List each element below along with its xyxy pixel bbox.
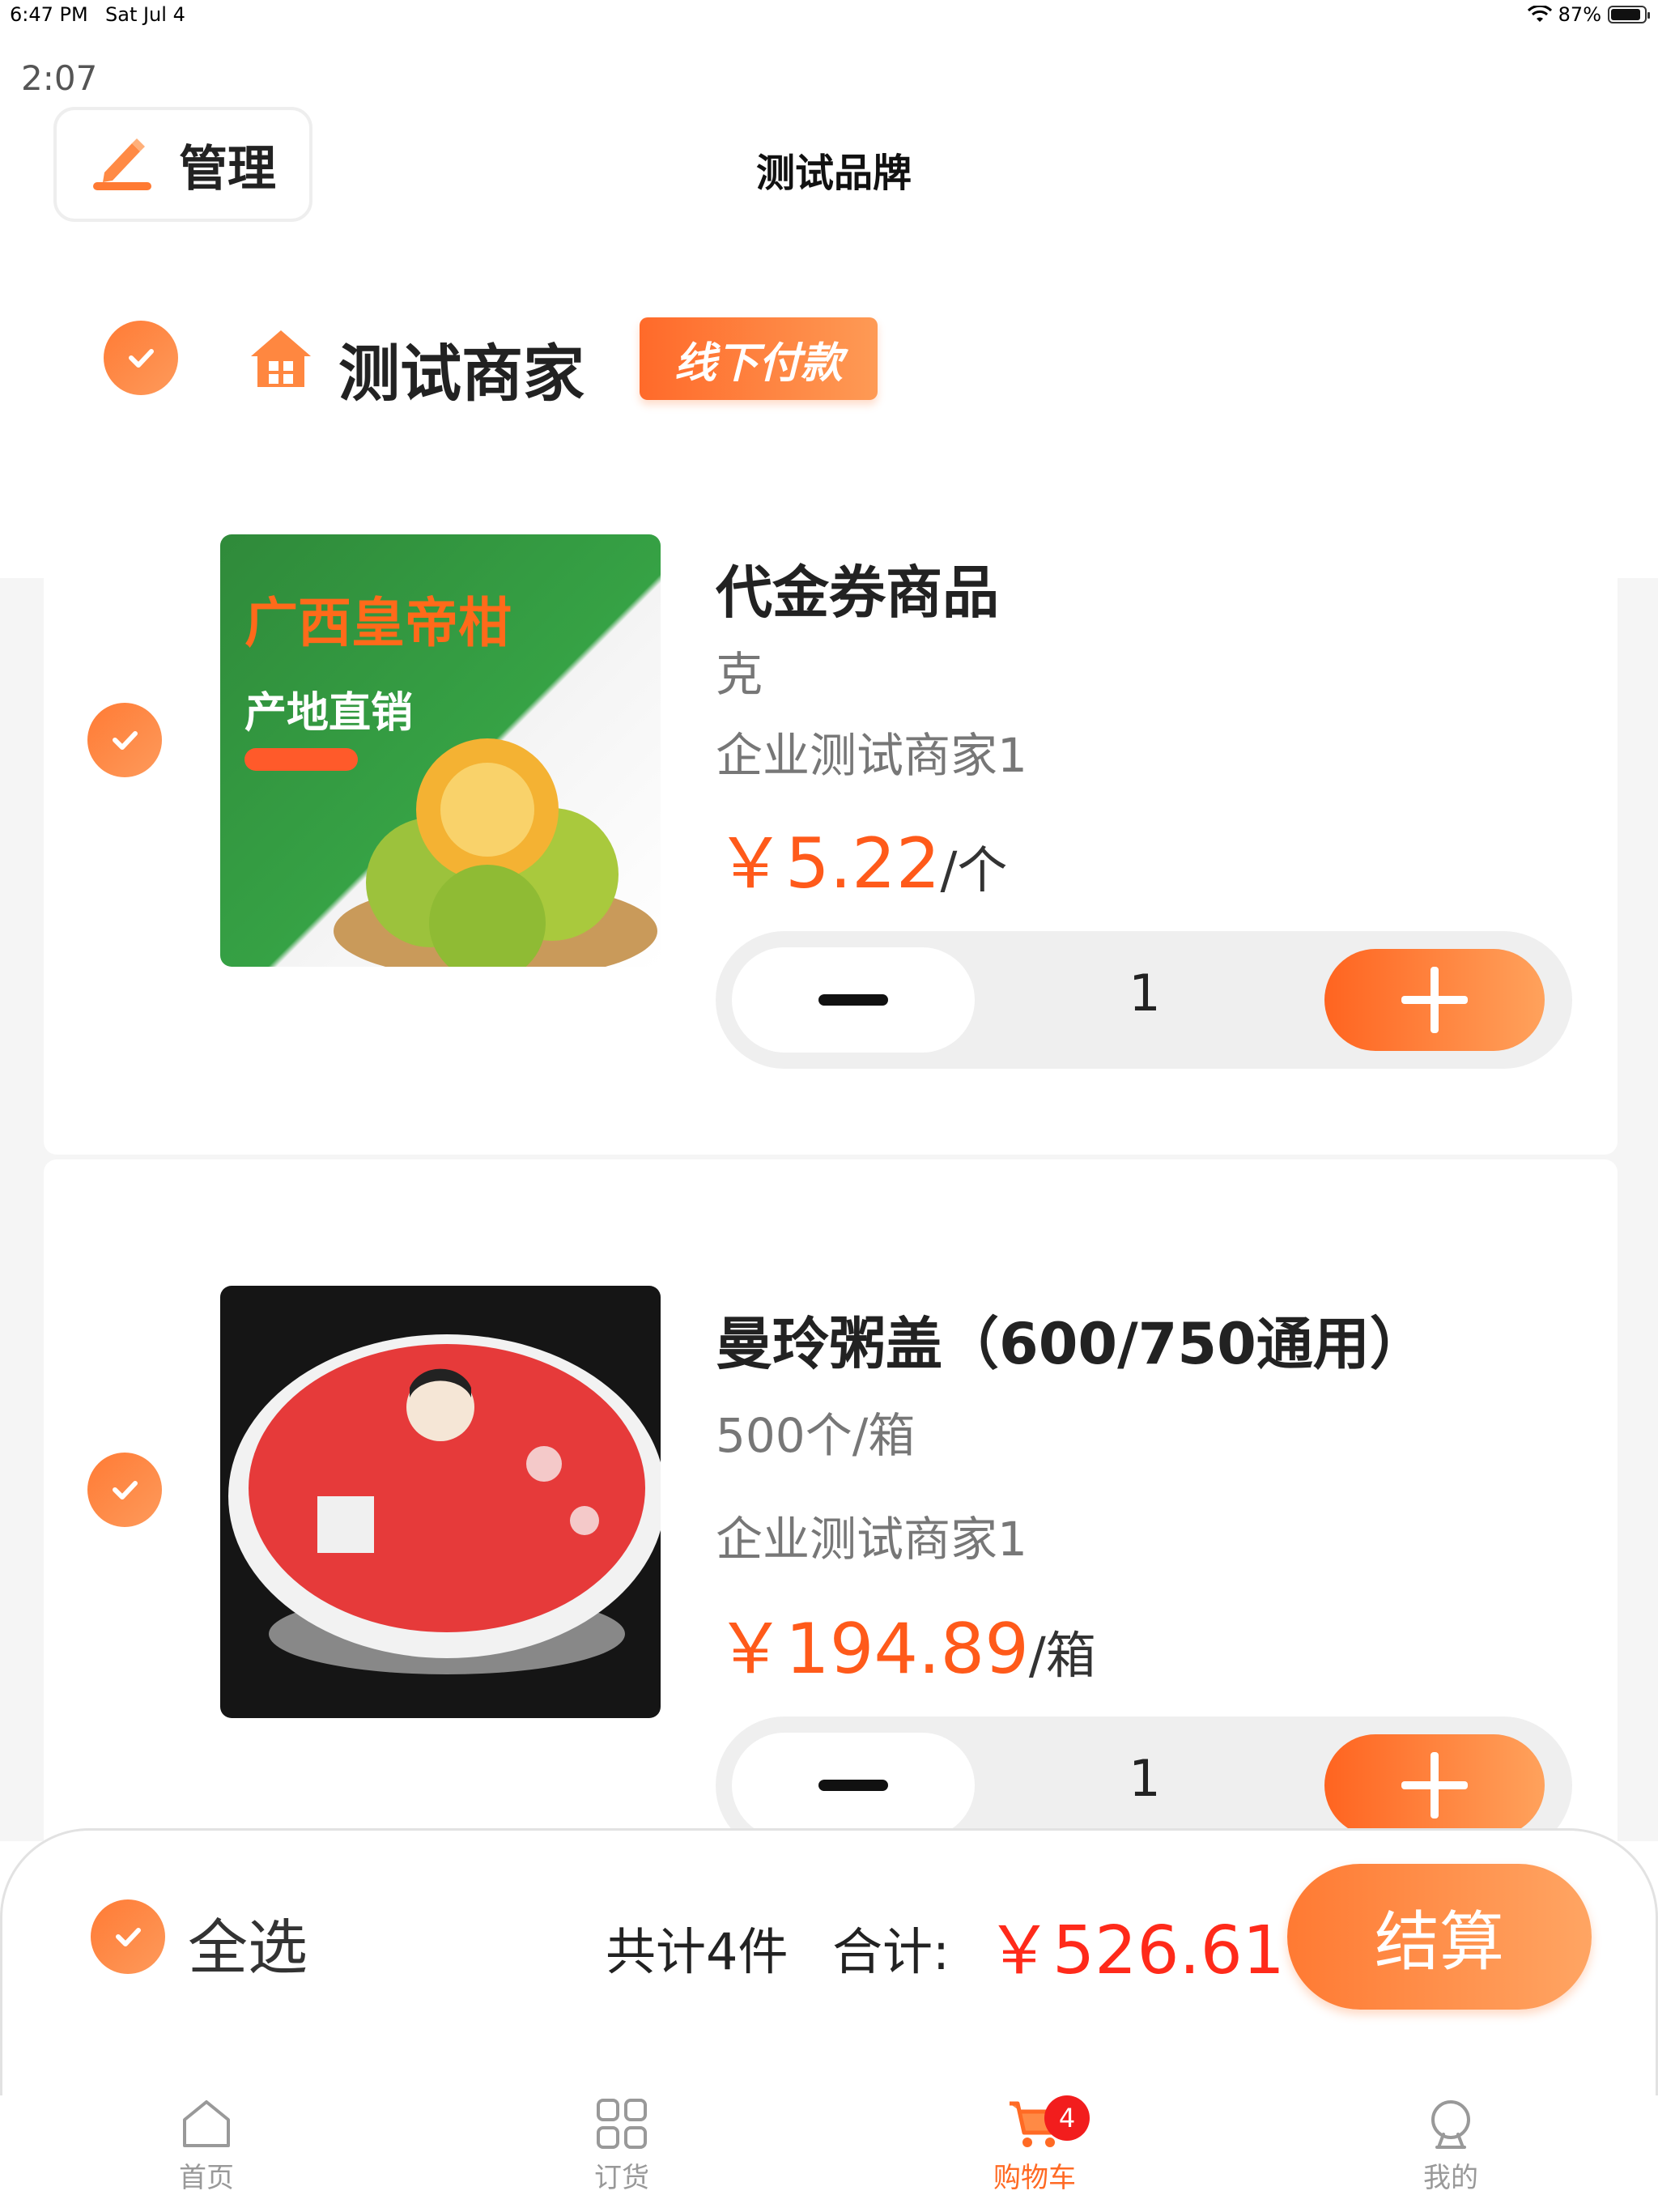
tab-bar: 首页 订货 购物车 4 我的 xyxy=(0,2095,1658,2212)
status-right: 87% xyxy=(1527,3,1650,26)
tab-home[interactable]: 首页 xyxy=(125,2095,287,2212)
item-count: 共计4件 xyxy=(606,1922,789,1981)
increase-button[interactable] xyxy=(1324,1734,1545,1836)
status-date: Sat Jul 4 xyxy=(105,3,185,26)
select-all-label[interactable]: 全选 xyxy=(188,1899,308,1986)
price-unit: /个 xyxy=(940,840,1008,900)
check-icon xyxy=(113,1481,138,1499)
image-title: 广西皇帝柑 xyxy=(244,592,512,654)
wifi-icon xyxy=(1527,6,1552,22)
status-time: 6:47 PM xyxy=(10,3,88,26)
tab-order[interactable]: 订货 xyxy=(541,2095,703,2212)
product-shop: 企业测试商家1 xyxy=(716,728,1027,783)
check-icon xyxy=(113,731,138,750)
status-bar: 6:47 PM Sat Jul 4 87% xyxy=(0,0,1658,32)
grid-icon xyxy=(597,2099,647,2149)
oranges-illustration xyxy=(334,738,657,967)
product-price: ￥194.89/箱 xyxy=(716,1592,1096,1693)
check-icon xyxy=(116,1928,141,1946)
cart-count-badge: 4 xyxy=(1044,2095,1090,2141)
decrease-button[interactable] xyxy=(732,947,975,1053)
user-icon xyxy=(1431,2100,1470,2149)
payment-badge: 线下付款 xyxy=(640,317,878,400)
minus-icon xyxy=(818,1780,888,1791)
tab-label: 购物车 xyxy=(993,2162,1076,2194)
product-price: ￥5.22/个 xyxy=(716,806,1007,908)
product-image[interactable]: 广西皇帝柑 产地直销 xyxy=(220,534,661,967)
select-all-checkbox[interactable] xyxy=(91,1899,165,1974)
shop-icon xyxy=(251,330,311,387)
product-shop: 企业测试商家1 xyxy=(716,1512,1027,1567)
quantity-value[interactable]: 1 xyxy=(1104,963,1185,1023)
product-image[interactable] xyxy=(220,1286,661,1718)
lid-illustration xyxy=(228,1334,661,1674)
tab-label: 我的 xyxy=(1423,2162,1478,2194)
decrease-button[interactable] xyxy=(732,1733,975,1838)
minus-icon xyxy=(818,994,888,1006)
plus-icon xyxy=(1401,1752,1468,1819)
edit-icon xyxy=(93,138,151,190)
product-spec: 500个/箱 xyxy=(716,1408,916,1463)
check-icon xyxy=(129,349,154,368)
tab-label: 订货 xyxy=(594,2162,649,2194)
tab-label: 首页 xyxy=(179,2162,234,2194)
product-name: 曼玲粥盖（600/750通用） xyxy=(716,1311,1426,1377)
price-unit: /箱 xyxy=(1028,1626,1096,1685)
item-checkbox[interactable] xyxy=(87,1453,162,1527)
manage-label: 管理 xyxy=(179,140,276,198)
total-price: ￥526.61 xyxy=(986,1912,1285,1989)
tab-profile[interactable]: 我的 xyxy=(1370,2095,1532,2212)
product-spec: 克 xyxy=(716,647,763,702)
item-checkbox[interactable] xyxy=(87,703,162,777)
checkout-button[interactable]: 结算 xyxy=(1287,1864,1592,2010)
price-value: ￥5.22 xyxy=(716,823,941,904)
quantity-value[interactable]: 1 xyxy=(1104,1749,1185,1808)
price-value: ￥194.89 xyxy=(716,1609,1029,1690)
shop-name: 测试商家 xyxy=(338,338,585,410)
timer-text: 2:07 xyxy=(21,58,98,98)
battery-percent: 87% xyxy=(1558,3,1601,26)
manage-button[interactable]: 管理 xyxy=(53,107,312,222)
increase-button[interactable] xyxy=(1324,949,1545,1051)
shop-checkbox[interactable] xyxy=(104,321,178,395)
plus-icon xyxy=(1401,967,1468,1033)
total-label: 合计: xyxy=(832,1922,950,1981)
tab-cart[interactable]: 购物车 4 xyxy=(954,2095,1116,2212)
product-name: 代金券商品 xyxy=(716,559,999,626)
home-icon xyxy=(183,2100,230,2147)
battery-icon xyxy=(1608,6,1650,23)
page-title: 测试品牌 xyxy=(755,151,912,196)
quantity-stepper: 1 xyxy=(716,931,1572,1069)
